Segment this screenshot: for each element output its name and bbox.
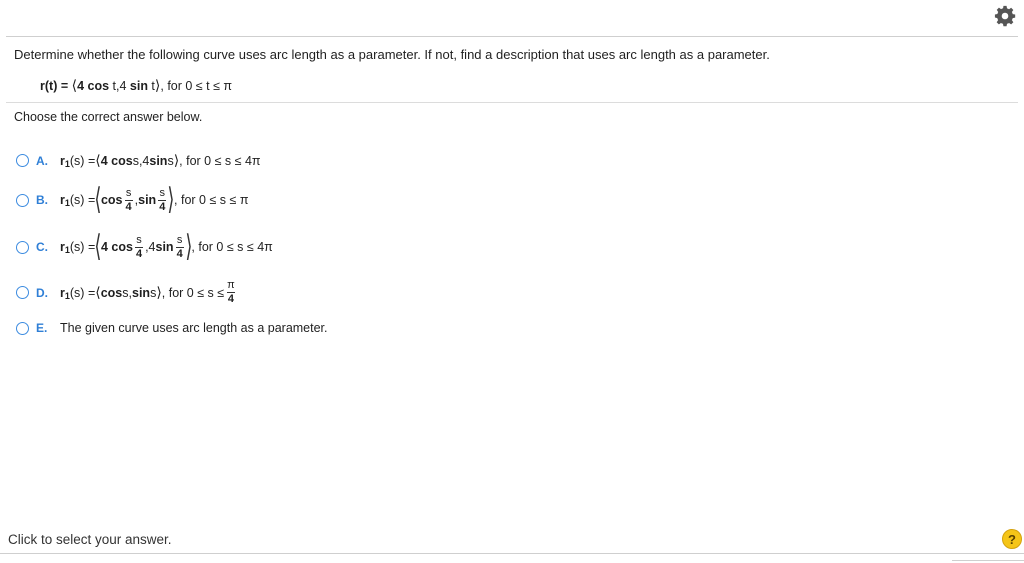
status-text: Click to select your answer. (8, 532, 172, 547)
fraction: s4 (158, 186, 167, 213)
given-curve: r(t) = ⟨4 cos t,4 sin t⟩, for 0 ≤ t ≤ π (40, 77, 233, 93)
left-angle-bracket: ⟨ (94, 183, 102, 216)
question-divider (6, 102, 1018, 103)
option-letter: B. (36, 193, 48, 207)
right-angle-bracket: ⟩ (185, 230, 193, 263)
radio-option-a[interactable] (16, 154, 29, 167)
option-letter: D. (36, 285, 48, 300)
option-letter: A. (36, 153, 48, 168)
right-angle-bracket: ⟩ (167, 183, 175, 216)
option-d[interactable]: D. r 1 (s) = ⟨ cos s, sin s ⟩, for 0 ≤ s ≤ π… (16, 280, 238, 305)
instruction-text: Choose the correct answer below. (14, 110, 203, 124)
help-button[interactable]: ? (1002, 529, 1022, 549)
option-d-expression: r 1 (s) = ⟨ cos s, sin s ⟩, for 0 ≤ s ≤ π4 (60, 279, 235, 305)
fraction: π4 (226, 279, 235, 305)
option-a[interactable]: A. r 1 (s) = ⟨ 4 cos s,4 sin s ⟩, for 0 ≤ s … (16, 152, 261, 169)
option-letter: E. (36, 321, 48, 335)
option-letter: C. (36, 240, 48, 254)
header-divider (6, 36, 1018, 37)
radio-option-e[interactable] (16, 321, 29, 335)
left-angle-bracket: ⟨ (94, 230, 102, 263)
fraction: s4 (134, 233, 144, 260)
option-a-expression: r 1 (s) = ⟨ 4 cos s,4 sin s ⟩, for 0 ≤ s ≤ 4… (60, 152, 261, 169)
fraction: s4 (124, 186, 133, 213)
footer-divider (0, 553, 1024, 554)
fraction: s4 (175, 233, 184, 260)
radio-option-b[interactable] (16, 193, 29, 207)
option-c-expression: r 1 (s) = ⟨ 4 cos s4 ,4 sin s4 ⟩ , for 0 ≤… (60, 230, 273, 263)
option-b[interactable]: B. r 1 (s) = ⟨ cos s4 , sin s4 ⟩ , for 0 ≤… (16, 183, 249, 216)
footer-divider-secondary (952, 560, 1024, 561)
question-prompt: Determine whether the following curve us… (14, 47, 770, 62)
option-e[interactable]: E. The given curve uses arc length as a … (16, 321, 328, 335)
gear-icon[interactable] (994, 5, 1016, 27)
option-e-text: The given curve uses arc length as a par… (60, 321, 328, 335)
radio-option-d[interactable] (16, 286, 29, 299)
option-b-expression: r 1 (s) = ⟨ cos s4 , sin s4 ⟩ , for 0 ≤ s … (60, 183, 249, 216)
radio-option-c[interactable] (16, 240, 29, 254)
option-c[interactable]: C. r 1 (s) = ⟨ 4 cos s4 ,4 sin s4 ⟩ , for … (16, 230, 273, 263)
